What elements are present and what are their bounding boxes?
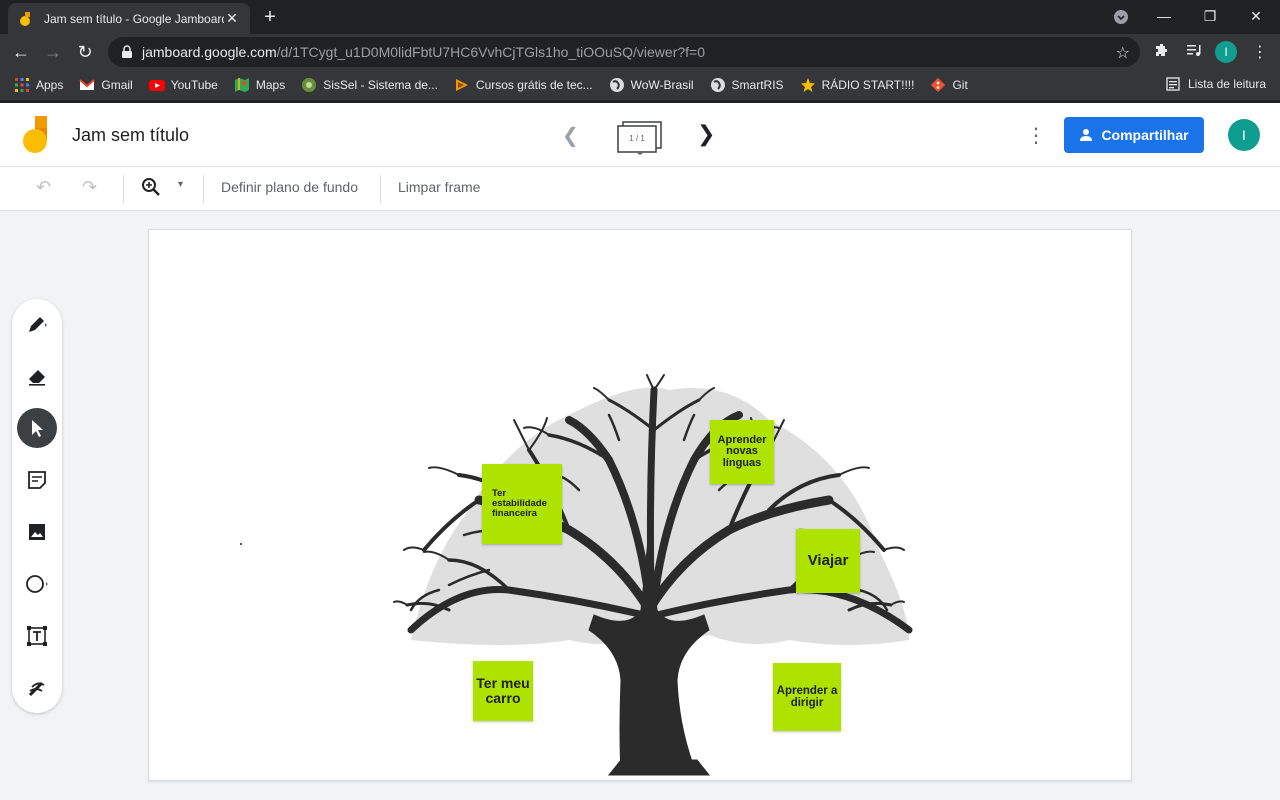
- restore-window-icon[interactable]: ❐: [1187, 4, 1233, 30]
- globe-icon: [710, 77, 725, 92]
- bookmarks-bar: Apps Gmail YouTube Maps SisSel - Sistema…: [0, 70, 1280, 100]
- forward-arrow-icon[interactable]: →: [40, 39, 66, 65]
- sticky-note[interactable]: Ter meu carro: [473, 661, 533, 721]
- reading-list-icon: [1166, 77, 1180, 91]
- bookmark-gmail[interactable]: Gmail: [79, 77, 133, 93]
- new-tab-button[interactable]: +: [258, 6, 282, 30]
- app-header: Jam sem título ❮ 1 / 1 ❯ ⋮ Compartilhar …: [0, 103, 1280, 167]
- profile-avatar[interactable]: I: [1215, 41, 1237, 63]
- jamboard-favicon-icon: [20, 11, 30, 26]
- bookmark-youtube[interactable]: YouTube: [148, 77, 218, 93]
- frame-bar-button[interactable]: 1 / 1: [617, 121, 663, 155]
- image-icon: [29, 524, 45, 540]
- clear-frame-button[interactable]: Limpar frame: [398, 179, 480, 195]
- sticky-note[interactable]: Viajar: [796, 529, 860, 593]
- user-avatar[interactable]: I: [1228, 119, 1260, 151]
- zoom-dropdown-icon[interactable]: ▾: [178, 179, 183, 190]
- share-button[interactable]: Compartilhar: [1064, 117, 1204, 153]
- cursor-icon: [32, 420, 43, 437]
- tools-panel: [12, 299, 62, 713]
- bookmark-git[interactable]: Git: [930, 77, 968, 93]
- tree-illustration: [393, 374, 913, 776]
- sticky-note[interactable]: Aprender a dirigir: [773, 663, 841, 731]
- tab-close-icon[interactable]: ✕: [224, 10, 240, 27]
- pen-icon: [29, 317, 47, 332]
- bookmark-apps[interactable]: Apps: [14, 77, 63, 93]
- star-icon: [800, 77, 815, 92]
- text-box-icon: [27, 626, 47, 646]
- sissel-icon: [302, 77, 317, 92]
- browser-tab-active[interactable]: Jam sem título - Google Jamboard ✕: [8, 3, 250, 34]
- sticky-note-tool[interactable]: [17, 460, 57, 500]
- reading-list-button[interactable]: Lista de leitura: [1166, 77, 1266, 91]
- apps-grid-icon: [15, 77, 29, 92]
- pen-tool[interactable]: [17, 304, 57, 344]
- laser-icon: [28, 681, 45, 697]
- minimize-window-icon[interactable]: —: [1141, 4, 1187, 30]
- back-arrow-icon[interactable]: ←: [8, 39, 34, 65]
- youtube-icon: [148, 79, 165, 91]
- sticky-note-icon: [28, 471, 46, 489]
- laser-tool[interactable]: [17, 668, 57, 708]
- shape-tool[interactable]: [17, 564, 57, 604]
- media-control-icon[interactable]: [1184, 42, 1204, 62]
- bookmark-radio-start[interactable]: RÁDIO START!!!!: [800, 77, 914, 93]
- url-host: jamboard.google.com: [142, 44, 277, 60]
- text-box-tool[interactable]: [17, 616, 57, 656]
- git-icon: [931, 77, 946, 92]
- address-bar[interactable]: jamboard.google.com/d/1TCygt_u1D0M0lidFb…: [108, 37, 1140, 67]
- tab-search-icon[interactable]: [1098, 4, 1144, 30]
- sticky-note[interactable]: Ter estabilidade financeira: [482, 464, 562, 544]
- extensions-icon[interactable]: [1152, 42, 1172, 62]
- set-background-button[interactable]: Definir plano de fundo: [221, 179, 358, 195]
- eraser-tool[interactable]: [17, 356, 57, 396]
- toolbar-divider: [203, 175, 204, 203]
- cursos-icon: [455, 78, 468, 91]
- browser-tab-strip: Jam sem título - Google Jamboard ✕ + — ❐…: [0, 0, 1280, 34]
- close-window-icon[interactable]: ✕: [1233, 4, 1279, 30]
- jam-canvas[interactable]: Aprender novas línguas Ter estabilidade …: [148, 229, 1132, 781]
- globe-icon: [609, 77, 624, 92]
- eraser-icon: [29, 370, 45, 386]
- browser-toolbar: ← → ↻ jamboard.google.com/d/1TCygt_u1D0M…: [0, 34, 1280, 70]
- toolbar-divider: [123, 175, 124, 203]
- bookmark-sissel[interactable]: SisSel - Sistema de...: [301, 77, 438, 93]
- image-tool[interactable]: [17, 512, 57, 552]
- bookmark-star-icon[interactable]: ☆: [1116, 43, 1130, 63]
- document-title[interactable]: Jam sem título: [72, 125, 189, 146]
- maps-icon: [234, 77, 249, 92]
- tab-title: Jam sem título - Google Jamboard: [44, 11, 224, 26]
- circle-icon: [26, 575, 48, 593]
- browser-menu-icon[interactable]: ⋮: [1250, 42, 1270, 62]
- toolbar-divider: [380, 175, 381, 203]
- next-frame-icon[interactable]: ❯: [697, 121, 715, 147]
- sticky-note[interactable]: Aprender novas línguas: [710, 420, 774, 484]
- gmail-icon: [79, 78, 96, 90]
- bookmark-smartris[interactable]: SmartRIS: [710, 77, 784, 93]
- frame-counter: 1 / 1: [629, 134, 645, 143]
- jamboard-logo-icon: [23, 116, 47, 153]
- bookmark-cursos[interactable]: Cursos grátis de tec...: [454, 77, 593, 93]
- lock-icon: [122, 45, 132, 58]
- url-path: /d/1TCygt_u1D0M0lidFbtU7HC6VvhCjTGls1ho_…: [276, 44, 705, 60]
- bookmark-maps[interactable]: Maps: [234, 77, 285, 93]
- reload-icon[interactable]: ↻: [72, 39, 98, 65]
- previous-frame-icon[interactable]: ❮: [562, 123, 579, 148]
- select-tool[interactable]: [17, 408, 57, 448]
- more-options-icon[interactable]: ⋮: [1026, 123, 1046, 148]
- editing-toolbar: ↶ ↷ ▾ Definir plano de fundo Limpar fram…: [0, 167, 1280, 211]
- person-add-icon: [1080, 129, 1093, 141]
- bookmark-wow-brasil[interactable]: WoW-Brasil: [609, 77, 694, 93]
- redo-icon[interactable]: ↷: [82, 177, 97, 198]
- undo-icon[interactable]: ↶: [36, 177, 51, 198]
- zoom-in-icon: [142, 178, 160, 196]
- zoom-button[interactable]: [141, 177, 161, 200]
